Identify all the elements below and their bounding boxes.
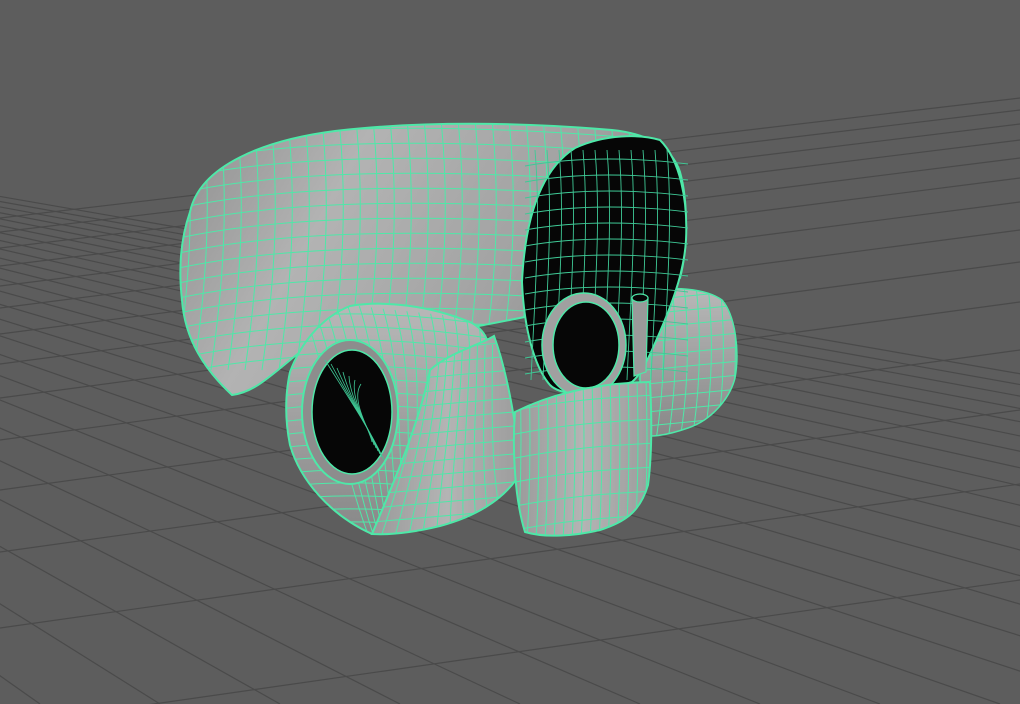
wire-line — [149, 579, 1020, 704]
viewport-canvas[interactable] — [0, 0, 1020, 704]
3d-viewport[interactable] — [0, 0, 1020, 704]
wire-line — [0, 483, 1020, 629]
